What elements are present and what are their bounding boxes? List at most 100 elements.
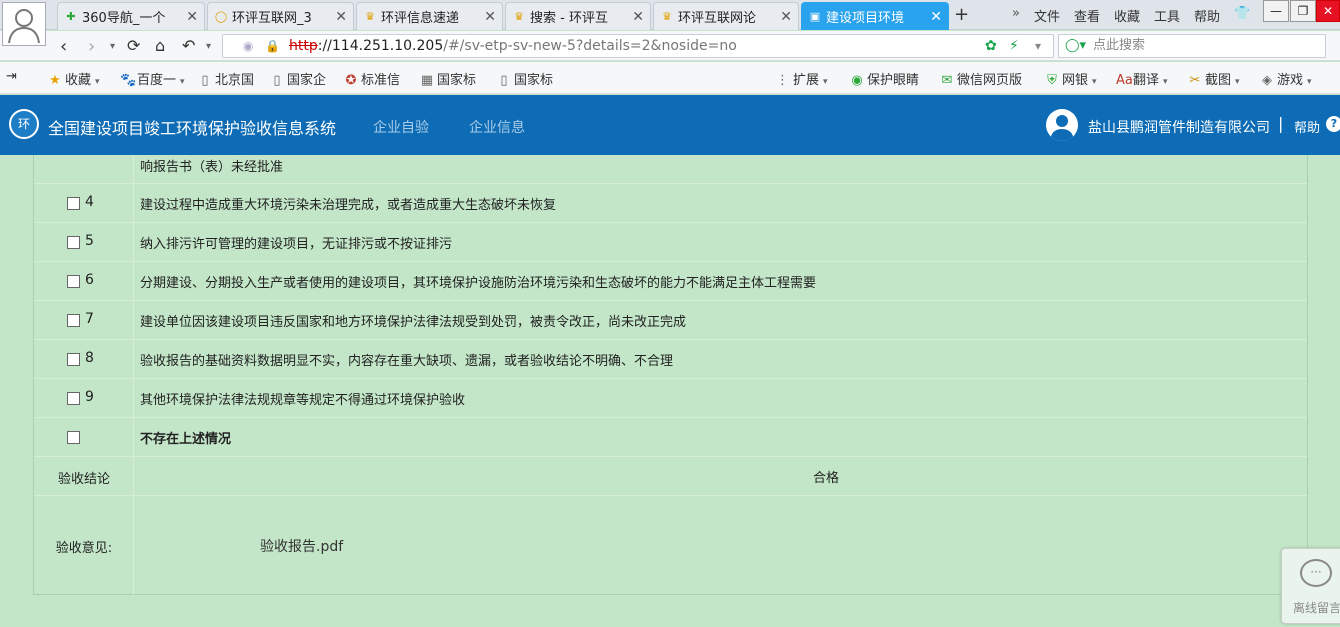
- tab-label: 环评互联网论: [678, 11, 757, 26]
- help-icon[interactable]: ?: [1326, 116, 1340, 132]
- close-tab-icon[interactable]: ✕: [186, 9, 198, 25]
- menu-favorites[interactable]: 收藏: [1114, 6, 1140, 25]
- bookmark-6[interactable]: ▦ 国家标: [420, 69, 476, 88]
- bookmark-3[interactable]: ▯ 北京国: [198, 69, 254, 88]
- browser-user-avatar[interactable]: [2, 2, 46, 46]
- table-row-conclusion: 验收结论 合格: [34, 457, 1307, 496]
- menu-tools[interactable]: 工具: [1154, 6, 1180, 25]
- item-number: 4: [85, 194, 94, 210]
- item-number: 7: [85, 311, 94, 327]
- checkbox-item-8[interactable]: [67, 353, 80, 366]
- menu-file[interactable]: 文件: [1034, 6, 1060, 25]
- company-name[interactable]: 盐山县鹏润管件制造有限公司: [1088, 117, 1270, 137]
- wechat-icon: ✉: [941, 73, 953, 88]
- history-dropdown-icon[interactable]: ▾: [110, 41, 115, 52]
- help-link[interactable]: 帮助: [1294, 117, 1320, 136]
- menu-help[interactable]: 帮助: [1194, 6, 1220, 25]
- bookmark-8[interactable]: ⋮⋮扩展 ▾: [776, 69, 828, 88]
- close-tab-icon[interactable]: ✕: [930, 9, 942, 25]
- checkbox-none[interactable]: [67, 431, 80, 444]
- refresh-icon[interactable]: ⟳: [127, 36, 140, 55]
- bookmark-9[interactable]: ◉ 保护眼睛: [850, 69, 919, 88]
- item-text: 其他环境保护法律法规规章等规定不得通过环境保护验收: [140, 392, 466, 408]
- paw-icon: 🐾: [120, 73, 137, 88]
- bank-shield-icon: ⛨: [1047, 73, 1057, 88]
- opinion-label: 验收意见:: [55, 541, 113, 556]
- checkbox-item-4[interactable]: [67, 197, 80, 210]
- checkbox-item-6[interactable]: [67, 275, 80, 288]
- app-header: 环 全国建设项目竣工环境保护验收信息系统 企业自验 企业信息 盐山县鹏润管件制造…: [0, 95, 1340, 155]
- item-text: 建设单位因该建设项目违反国家和地方环境保护法律法规受到处罚，被责令改正，尚未改正…: [140, 314, 687, 330]
- bookmark-10[interactable]: ✉ 微信网页版: [940, 69, 1022, 88]
- bookmark-label: 保护眼睛: [867, 73, 920, 88]
- checkbox-item-9[interactable]: [67, 392, 80, 405]
- close-tab-icon[interactable]: ✕: [484, 9, 496, 25]
- item-text: 验收报告的基础资料数据明显不实，内容存在重大缺项、遗漏，或者验收结论不明确、不合…: [140, 353, 674, 369]
- browser-tab-1[interactable]: ✚ 360导航_一个 ✕: [57, 2, 205, 30]
- table-row: 9 其他环境保护法律法规规章等规定不得通过环境保护验收: [34, 379, 1307, 418]
- bookmark-4[interactable]: ▯ 国家企: [270, 69, 326, 88]
- skin-icon[interactable]: 👕: [1234, 6, 1250, 25]
- url-host: ://114.251.10.205: [317, 38, 444, 54]
- search-engine-icon[interactable]: ◯▾: [1065, 35, 1086, 57]
- tab-label: 建设项目环境: [826, 11, 905, 26]
- url-path: /#/sv-etp-sv-new-5?details=2&noside=no: [443, 38, 737, 54]
- url-dropdown-icon[interactable]: ▾: [1035, 35, 1041, 57]
- nav-enterprise-info[interactable]: 企业信息: [469, 117, 525, 137]
- item-number: 5: [85, 233, 94, 249]
- bookmark-label: 截图: [1205, 73, 1232, 88]
- user-avatar[interactable]: [1046, 109, 1078, 141]
- back-icon[interactable]: ‹: [60, 36, 67, 57]
- item-number: 8: [85, 350, 94, 366]
- restore-button[interactable]: ❐: [1290, 0, 1316, 22]
- url-field[interactable]: ◉ 🔒 http://114.251.10.205/#/sv-etp-sv-ne…: [222, 34, 1054, 58]
- bookmark-label: 百度一: [137, 73, 177, 88]
- compat-mode-icon[interactable]: ✿: [985, 35, 997, 57]
- forward-icon[interactable]: ›: [88, 36, 95, 57]
- bookmark-1[interactable]: ★ 收藏 ▾: [48, 69, 99, 88]
- user-silhouette-icon: [8, 9, 40, 44]
- menu-view[interactable]: 查看: [1074, 6, 1100, 25]
- table-row: 7 建设单位因该建设项目违反国家和地方环境保护法律法规受到处罚，被责令改正，尚未改…: [34, 301, 1307, 340]
- undo-icon[interactable]: ↶: [182, 36, 195, 55]
- bookmark-label: 国家标: [437, 73, 477, 88]
- bookmark-label: 国家标: [514, 73, 554, 88]
- browser-menu-bar: » 文件 查看 收藏 工具 帮助 👕: [1012, 6, 1250, 25]
- sidebar-toggle-icon[interactable]: ⇥: [6, 69, 17, 84]
- bookmark-5[interactable]: ✪ 标准信: [344, 69, 400, 88]
- nav-enterprise-self-acceptance[interactable]: 企业自验: [373, 117, 429, 137]
- more-tabs-icon[interactable]: »: [1012, 6, 1020, 25]
- translate-icon: Aa: [1116, 73, 1133, 88]
- close-tab-icon[interactable]: ✕: [632, 9, 644, 25]
- browser-tab-5[interactable]: ♛ 环评互联网论 ✕: [653, 2, 799, 30]
- checkbox-item-7[interactable]: [67, 314, 80, 327]
- bookmark-7[interactable]: ▯ 国家标: [497, 69, 553, 88]
- page-icon: ▯: [273, 73, 281, 88]
- browser-tab-3[interactable]: ♛ 环评信息速递 ✕: [356, 2, 503, 30]
- speed-mode-icon[interactable]: ⚡: [1009, 35, 1019, 57]
- minimize-button[interactable]: —: [1263, 0, 1289, 22]
- item-text: 响报告书（表）未经批准: [140, 160, 284, 175]
- close-tab-icon[interactable]: ✕: [780, 9, 792, 25]
- browser-tab-4[interactable]: ♛ 搜索 - 环评互 ✕: [505, 2, 651, 30]
- search-box[interactable]: ◯▾ 点此搜索: [1058, 34, 1326, 58]
- bookmark-12[interactable]: Aa翻译 ▾: [1116, 69, 1168, 88]
- browser-tab-6[interactable]: ▣ 建设项目环境 ✕: [801, 2, 949, 30]
- page-icon: ▯: [500, 73, 508, 88]
- bookmark-13[interactable]: ✂ 截图 ▾: [1188, 69, 1240, 88]
- new-tab-button[interactable]: +: [954, 4, 969, 25]
- bookmark-14[interactable]: ◈ 游戏 ▾: [1260, 69, 1312, 88]
- browser-tab-2[interactable]: ◯ 环评互联网_3 ✕: [207, 2, 354, 30]
- bookmark-2[interactable]: 🐾百度一 ▾: [120, 69, 185, 88]
- checkbox-item-5[interactable]: [67, 236, 80, 249]
- offline-message-widget[interactable]: ··· 离线留言: [1281, 548, 1340, 624]
- close-tab-icon[interactable]: ✕: [335, 9, 347, 25]
- chevron-down-icon: ▾: [1163, 77, 1168, 87]
- opinion-file-link[interactable]: 验收报告.pdf: [260, 536, 343, 556]
- table-row: 5 纳入排污许可管理的建设项目，无证排污或不按证排污: [34, 223, 1307, 262]
- undo-dropdown-icon[interactable]: ▾: [206, 41, 211, 52]
- close-window-button[interactable]: ✕: [1316, 0, 1340, 22]
- home-icon[interactable]: ⌂: [155, 36, 165, 55]
- bookmark-11[interactable]: ⛨ 网银 ▾: [1045, 69, 1096, 88]
- item-text: 建设过程中造成重大环境污染未治理完成，或者造成重大生态破坏未恢复: [140, 197, 557, 213]
